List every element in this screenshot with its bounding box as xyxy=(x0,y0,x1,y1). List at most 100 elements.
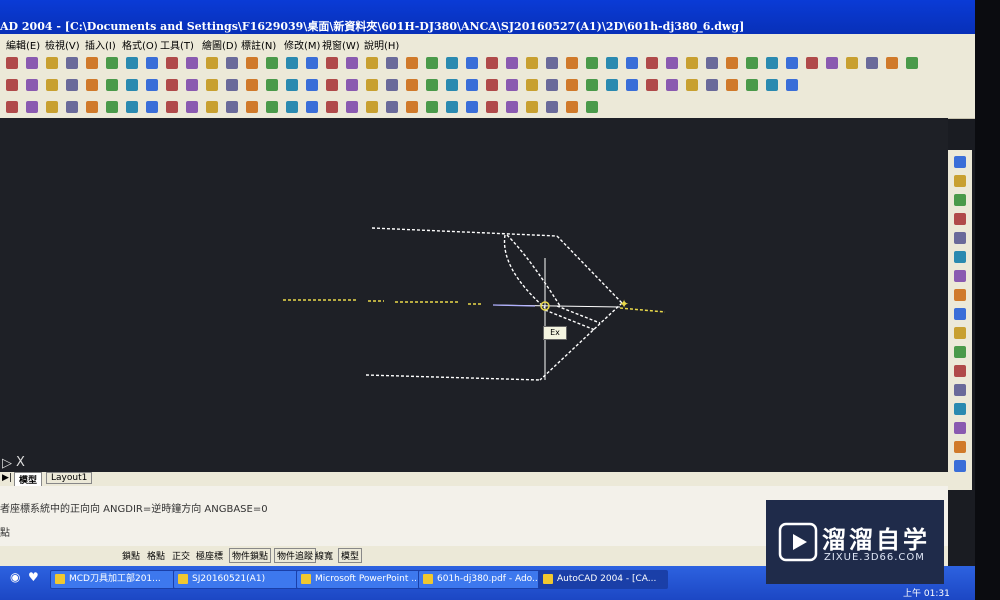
modify-tool-icon[interactable] xyxy=(954,194,966,206)
modify-tool-icon[interactable] xyxy=(954,308,966,320)
toolbar-tool-icon[interactable] xyxy=(626,57,638,69)
taskbar-item-mcd[interactable]: MCD刀具加工部201... xyxy=(50,570,180,589)
modify-tool-icon[interactable] xyxy=(954,346,966,358)
taskbar-item-folder[interactable]: SJ20160521(A1) xyxy=(173,570,303,589)
tab-layout1[interactable]: Layout1 xyxy=(46,472,93,484)
toolbar-tool-icon[interactable] xyxy=(266,57,278,69)
toolbar-tool-icon[interactable] xyxy=(586,57,598,69)
toolbar-tool-icon[interactable] xyxy=(366,57,378,69)
toolbar-tool-icon[interactable] xyxy=(386,57,398,69)
status-lineweight[interactable]: 線寬 xyxy=(315,549,333,562)
toolbar-tool-icon[interactable] xyxy=(186,57,198,69)
toolbar-tool-icon[interactable] xyxy=(486,101,498,113)
taskbar-item-powerpoint[interactable]: Microsoft PowerPoint ... xyxy=(296,570,426,589)
toolbar-tool-icon[interactable] xyxy=(506,79,518,91)
modify-tool-icon[interactable] xyxy=(954,213,966,225)
modify-tool-icon[interactable] xyxy=(954,327,966,339)
modify-tool-icon[interactable] xyxy=(954,270,966,282)
toolbar-tool-icon[interactable] xyxy=(766,57,778,69)
quicklaunch-icon[interactable]: ◉ xyxy=(10,570,20,584)
toolbar-tool-icon[interactable] xyxy=(146,57,158,69)
toolbar-tool-icon[interactable] xyxy=(586,79,598,91)
toolbar-tool-icon[interactable] xyxy=(826,57,838,69)
toolbar-tool-icon[interactable] xyxy=(646,79,658,91)
toolbar-tool-icon[interactable] xyxy=(686,79,698,91)
toolbar-tool-icon[interactable] xyxy=(106,79,118,91)
menu-window[interactable]: 視窗(W) xyxy=(322,37,360,52)
toolbar-tool-icon[interactable] xyxy=(546,79,558,91)
toolbar-tool-icon[interactable] xyxy=(306,101,318,113)
toolbar-tool-icon[interactable] xyxy=(766,79,778,91)
toolbar-tool-icon[interactable] xyxy=(606,57,618,69)
toolbar-tool-icon[interactable] xyxy=(526,79,538,91)
modify-tool-icon[interactable] xyxy=(954,289,966,301)
status-snap[interactable]: 鎖點 xyxy=(122,549,140,562)
toolbar-tool-icon[interactable] xyxy=(706,57,718,69)
toolbar-tool-icon[interactable] xyxy=(846,57,858,69)
toolbar-tool-icon[interactable] xyxy=(746,57,758,69)
toolbar-tool-icon[interactable] xyxy=(6,57,18,69)
toolbar-tool-icon[interactable] xyxy=(806,57,818,69)
tab-nav-icon[interactable]: ▶| xyxy=(2,473,12,483)
toolbar-tool-icon[interactable] xyxy=(166,57,178,69)
toolbar-tool-icon[interactable] xyxy=(246,101,258,113)
status-polar[interactable]: 極座標 xyxy=(196,549,223,562)
toolbar-tool-icon[interactable] xyxy=(446,79,458,91)
toolbar-tool-icon[interactable] xyxy=(426,57,438,69)
modify-tool-icon[interactable] xyxy=(954,232,966,244)
toolbar-tool-icon[interactable] xyxy=(626,79,638,91)
toolbar-tool-icon[interactable] xyxy=(366,79,378,91)
toolbar-tool-icon[interactable] xyxy=(26,79,38,91)
menu-dimension[interactable]: 標註(N) xyxy=(241,37,276,52)
toolbar-tool-icon[interactable] xyxy=(566,79,578,91)
modify-tool-icon[interactable] xyxy=(954,365,966,377)
toolbar-tool-icon[interactable] xyxy=(86,57,98,69)
toolbar-tool-icon[interactable] xyxy=(406,57,418,69)
toolbar-tool-icon[interactable] xyxy=(466,57,478,69)
toolbar-tool-icon[interactable] xyxy=(66,57,78,69)
toolbar-tool-icon[interactable] xyxy=(86,101,98,113)
toolbar-tool-icon[interactable] xyxy=(86,79,98,91)
toolbar-tool-icon[interactable] xyxy=(26,101,38,113)
toolbar-tool-icon[interactable] xyxy=(306,57,318,69)
toolbar-tool-icon[interactable] xyxy=(546,101,558,113)
toolbar-tool-icon[interactable] xyxy=(506,101,518,113)
tab-model[interactable]: 模型 xyxy=(14,472,43,487)
toolbar-tool-icon[interactable] xyxy=(366,101,378,113)
toolbar-tool-icon[interactable] xyxy=(526,57,538,69)
taskbar-item-pdf[interactable]: 601h-dj380.pdf - Ado... xyxy=(418,570,548,589)
toolbar-tool-icon[interactable] xyxy=(466,79,478,91)
taskbar-item-autocad[interactable]: AutoCAD 2004 - [CA... xyxy=(538,570,668,589)
toolbar-tool-icon[interactable] xyxy=(266,79,278,91)
toolbar-tool-icon[interactable] xyxy=(346,79,358,91)
toolbar-tool-icon[interactable] xyxy=(786,57,798,69)
toolbar-tool-icon[interactable] xyxy=(446,101,458,113)
toolbar-tool-icon[interactable] xyxy=(666,57,678,69)
toolbar-tool-icon[interactable] xyxy=(246,79,258,91)
modify-tool-icon[interactable] xyxy=(954,251,966,263)
toolbar-tool-icon[interactable] xyxy=(606,79,618,91)
toolbar-tool-icon[interactable] xyxy=(306,79,318,91)
toolbar-tool-icon[interactable] xyxy=(66,101,78,113)
toolbar-tool-icon[interactable] xyxy=(566,101,578,113)
toolbar-tool-icon[interactable] xyxy=(486,57,498,69)
menu-format[interactable]: 格式(O) xyxy=(122,37,158,52)
toolbar-tool-icon[interactable] xyxy=(426,79,438,91)
toolbar-tool-icon[interactable] xyxy=(726,57,738,69)
status-grid[interactable]: 格點 xyxy=(147,549,165,562)
modify-tool-icon[interactable] xyxy=(954,156,966,168)
toolbar-tool-icon[interactable] xyxy=(346,101,358,113)
menu-draw[interactable]: 繪圖(D) xyxy=(202,37,238,52)
status-otrack[interactable]: 物件追蹤 xyxy=(274,548,317,563)
toolbar-tool-icon[interactable] xyxy=(386,101,398,113)
toolbar-tool-icon[interactable] xyxy=(166,101,178,113)
toolbar-tool-icon[interactable] xyxy=(46,57,58,69)
toolbar-tool-icon[interactable] xyxy=(326,101,338,113)
toolbar-tool-icon[interactable] xyxy=(646,57,658,69)
toolbar-tool-icon[interactable] xyxy=(106,101,118,113)
modify-tool-icon[interactable] xyxy=(954,441,966,453)
toolbar-tool-icon[interactable] xyxy=(406,101,418,113)
toolbar-tool-icon[interactable] xyxy=(586,101,598,113)
toolbar-tool-icon[interactable] xyxy=(406,79,418,91)
toolbar-tool-icon[interactable] xyxy=(706,79,718,91)
